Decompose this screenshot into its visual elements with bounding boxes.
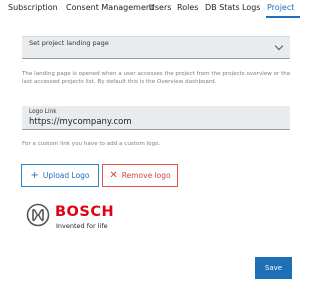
tab-subscription[interactable]: Subscription bbox=[8, 3, 58, 12]
logo-link-field[interactable]: Logo Link https://mycompany.com bbox=[22, 106, 290, 130]
landing-page-label: Set project landing page bbox=[29, 39, 109, 47]
logo-link-label: Logo Link bbox=[29, 109, 57, 115]
tab-consent-management[interactable]: Consent Management bbox=[66, 3, 154, 12]
save-button[interactable]: Save bbox=[255, 257, 292, 279]
active-tab-indicator bbox=[266, 16, 300, 18]
logo-link-help: For a custom link you have to add a cust… bbox=[22, 141, 161, 147]
tab-logs[interactable]: Logs bbox=[242, 3, 260, 12]
company-logo: BOSCH Invented for life bbox=[24, 202, 124, 232]
select-top-edge bbox=[22, 31, 290, 37]
remove-logo-button[interactable]: ✕ Remove logo bbox=[102, 164, 178, 187]
logo-tagline: Invented for life bbox=[56, 222, 108, 230]
x-icon: ✕ bbox=[109, 169, 118, 181]
top-nav: Subscription Consent Management Users Ro… bbox=[0, 0, 300, 18]
tab-project[interactable]: Project bbox=[267, 3, 294, 12]
project-settings-page: Subscription Consent Management Users Ro… bbox=[0, 0, 300, 289]
logo-wordmark: BOSCH bbox=[55, 204, 115, 220]
tab-users[interactable]: Users bbox=[149, 3, 171, 12]
landing-page-select[interactable]: Set project landing page bbox=[22, 31, 290, 59]
chevron-down-icon bbox=[274, 41, 284, 51]
remove-logo-label: Remove logo bbox=[121, 171, 171, 180]
bosch-armature-icon bbox=[26, 203, 50, 227]
upload-logo-button[interactable]: + Upload Logo bbox=[21, 164, 99, 187]
landing-page-help: The landing page is opened when a user a… bbox=[22, 71, 291, 85]
tab-db-stats[interactable]: DB Stats bbox=[205, 3, 240, 12]
tab-roles[interactable]: Roles bbox=[177, 3, 198, 12]
upload-logo-label: Upload Logo bbox=[42, 171, 90, 180]
plus-icon: + bbox=[30, 169, 39, 181]
logo-link-value: https://mycompany.com bbox=[29, 117, 132, 127]
